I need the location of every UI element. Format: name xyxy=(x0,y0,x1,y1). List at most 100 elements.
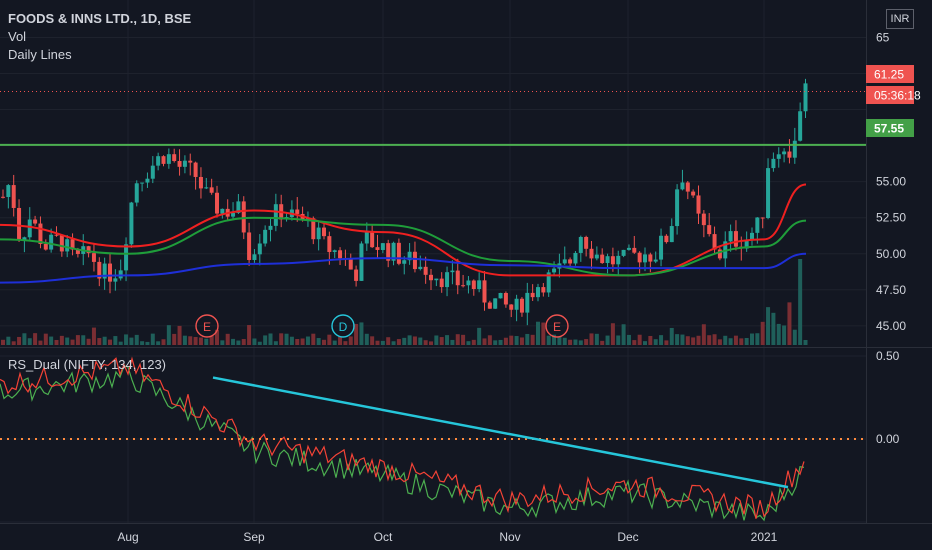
volume-bar xyxy=(33,333,38,345)
candle-body xyxy=(530,292,535,298)
volume-bar xyxy=(407,335,412,345)
volume-bar xyxy=(675,334,680,345)
candle-body xyxy=(519,298,524,313)
candle-body xyxy=(482,280,487,303)
volume-bar xyxy=(182,335,187,345)
candle-body xyxy=(91,253,96,262)
volume-bar xyxy=(375,340,380,345)
volume-bar xyxy=(659,335,664,345)
price-tick-label: 50.00 xyxy=(876,247,906,261)
currency-button[interactable]: INR xyxy=(886,9,914,29)
candle-body xyxy=(338,250,343,259)
candle-body xyxy=(43,243,48,250)
volume-bar xyxy=(6,336,11,345)
volume-bar xyxy=(739,338,744,345)
candle-body xyxy=(375,247,380,250)
volume-bar xyxy=(91,327,96,345)
volume-bar xyxy=(134,334,139,345)
candle-body xyxy=(370,232,375,248)
candle-body xyxy=(659,235,664,260)
candle-body xyxy=(129,202,134,245)
candle-body xyxy=(621,249,626,256)
volume-bar xyxy=(11,341,16,345)
volume-bar xyxy=(648,335,653,345)
volume-bar xyxy=(803,339,808,345)
candle-body xyxy=(605,256,610,264)
volume-bar xyxy=(434,335,439,345)
price-tick-label: 47.50 xyxy=(876,283,906,297)
candle-body xyxy=(6,185,11,198)
volume-bar xyxy=(295,338,300,345)
candle-body xyxy=(172,154,177,162)
event-marker-label: E xyxy=(553,320,561,334)
volume-bar xyxy=(610,323,615,345)
volume-bar xyxy=(487,335,492,345)
volume-bar xyxy=(717,339,722,345)
volume-bar xyxy=(744,337,749,345)
volume-bar xyxy=(632,340,637,345)
volume-bar xyxy=(247,325,252,345)
volume-bar xyxy=(27,338,32,345)
volume-bar xyxy=(477,327,482,345)
price-chart[interactable]: EDE 6562.5055.0052.5050.0047.5045.0061.2… xyxy=(0,0,932,550)
volume-bar xyxy=(530,334,535,345)
volume-bar xyxy=(43,333,48,345)
candle-body xyxy=(65,239,70,252)
candle-body xyxy=(161,156,166,164)
volume-bar xyxy=(177,325,182,345)
candle-body xyxy=(188,160,193,163)
candle-body xyxy=(493,298,498,309)
price-tick-label: 55.00 xyxy=(876,175,906,189)
candle-body xyxy=(685,182,690,192)
candle-body xyxy=(691,191,696,196)
volume-bar xyxy=(482,338,487,345)
volume-bar xyxy=(589,333,594,345)
candle-body xyxy=(322,227,326,237)
price-tick-label: 65 xyxy=(876,30,890,44)
volume-bar xyxy=(541,322,546,345)
volume-bar xyxy=(696,335,701,345)
volume-bar xyxy=(322,339,326,345)
volume-bar xyxy=(188,336,193,345)
lines-label: Daily Lines xyxy=(8,47,72,62)
volume-bar xyxy=(241,339,246,345)
volume-bar xyxy=(439,337,444,345)
candle-body xyxy=(17,207,22,240)
volume-bar xyxy=(279,333,284,345)
volume-bar xyxy=(498,339,503,345)
last-price-badge: 61.25 xyxy=(874,68,904,82)
volume-bar xyxy=(525,333,530,345)
candle-body xyxy=(257,243,262,255)
volume-bar xyxy=(616,335,621,345)
candle-body xyxy=(268,225,273,230)
volume-bar xyxy=(193,337,198,345)
candle-body xyxy=(193,162,198,177)
candle-body xyxy=(231,212,236,217)
volume-bar xyxy=(300,338,305,345)
candle-body xyxy=(776,154,781,159)
time-tick-label: Sep xyxy=(243,530,265,544)
volume-bar xyxy=(150,333,155,345)
volume-bar xyxy=(38,340,43,345)
volume-bar xyxy=(1,339,5,345)
candle-body xyxy=(541,287,546,293)
candle-body xyxy=(600,254,605,264)
volume-bar xyxy=(354,323,359,345)
candle-body xyxy=(273,204,278,226)
countdown-badge: 05:36:18 xyxy=(874,89,921,103)
volume-bar xyxy=(691,337,696,345)
volume-bar xyxy=(712,334,717,345)
candle-body xyxy=(108,263,112,282)
candle-body xyxy=(113,278,118,282)
candle-body xyxy=(536,287,540,298)
volume-bar xyxy=(166,325,171,345)
candle-body xyxy=(348,259,353,270)
candle-body xyxy=(792,140,797,158)
volume-bar xyxy=(118,341,123,345)
candle-body xyxy=(124,244,129,271)
candle-body xyxy=(637,252,642,263)
volume-bar xyxy=(584,339,589,345)
volume-bar xyxy=(680,334,685,345)
price-tick-label: 52.50 xyxy=(876,211,906,225)
volume-bar xyxy=(343,341,348,345)
